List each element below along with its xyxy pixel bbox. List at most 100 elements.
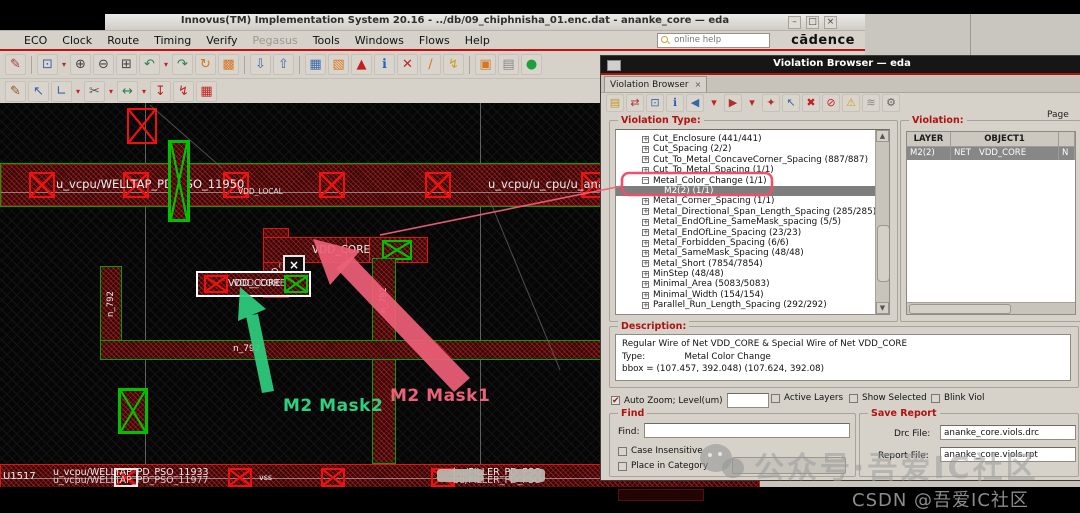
tree-row-selected-m2[interactable]: M2(2) (1/1) bbox=[616, 185, 889, 197]
checkbox-icon[interactable] bbox=[849, 393, 858, 403]
highlight-violation-icon[interactable]: ✦ bbox=[762, 94, 780, 112]
checkbox-icon[interactable] bbox=[618, 446, 627, 456]
checkbox-checked-icon[interactable]: ✔ bbox=[611, 396, 620, 406]
scrollbar-thumb[interactable] bbox=[909, 304, 1011, 314]
scroll-up-icon[interactable]: ▲ bbox=[876, 130, 889, 142]
violation-warning-icon[interactable]: ▲ bbox=[351, 54, 372, 75]
refresh-violations-icon[interactable]: ⇄ bbox=[626, 94, 644, 112]
tree-expander-icon[interactable]: + bbox=[642, 208, 649, 216]
checkbox-icon[interactable] bbox=[931, 393, 940, 403]
tab-violation-browser[interactable]: Violation Browser × bbox=[604, 76, 708, 92]
zoom-selection-icon[interactable]: ⊞ bbox=[116, 54, 137, 75]
dropdown-arrow-icon[interactable]: ▾ bbox=[744, 95, 760, 111]
waive-violation-icon[interactable]: ⚠ bbox=[842, 94, 860, 112]
tree-expander-icon[interactable]: + bbox=[642, 156, 649, 164]
design-browser-icon[interactable]: ▩ bbox=[218, 54, 239, 75]
zoom-level-input[interactable] bbox=[726, 393, 769, 408]
active-layers-option[interactable]: Active Layers bbox=[771, 393, 843, 403]
menu-flows[interactable]: Flows bbox=[419, 34, 450, 47]
go-icon[interactable]: ● bbox=[521, 54, 542, 75]
next-violation-icon[interactable]: ▶ bbox=[724, 94, 742, 112]
tree-expander-icon[interactable]: + bbox=[642, 249, 649, 257]
layout-view-icon[interactable]: ▦ bbox=[305, 54, 326, 75]
dropdown-arrow-icon[interactable]: ▾ bbox=[706, 95, 722, 111]
tree-expander-icon[interactable]: + bbox=[642, 291, 649, 299]
hierarchy-icon[interactable]: ▧ bbox=[328, 54, 349, 75]
select-violation-icon[interactable]: ↖ bbox=[782, 94, 800, 112]
tree-row-metal-color-change[interactable]: − Metal_Color_Change (1/1) bbox=[616, 176, 889, 186]
bus-route-icon[interactable]: ▦ bbox=[196, 80, 217, 102]
tree-expander-icon[interactable]: + bbox=[642, 260, 649, 268]
refresh-icon[interactable]: ↻ bbox=[195, 54, 216, 75]
minimize-button[interactable]: – bbox=[788, 16, 801, 29]
undo-icon[interactable]: ↶ bbox=[139, 54, 160, 75]
flightline-icon[interactable]: ↯ bbox=[443, 54, 464, 75]
new-window-icon[interactable]: ▣ bbox=[475, 54, 496, 75]
wire-edit-icon[interactable]: ✎ bbox=[5, 80, 26, 102]
tree-row[interactable]: + Minimal_Area (5083/5083) bbox=[616, 279, 889, 289]
tree-vertical-scrollbar[interactable]: ▲ ▼ bbox=[875, 130, 889, 314]
tree-expander-icon[interactable]: + bbox=[642, 135, 649, 143]
interactive-route-icon[interactable]: ↯ bbox=[173, 80, 194, 102]
tree-row[interactable]: + Cut_Enclosure (441/441) bbox=[616, 134, 889, 144]
filter-icon[interactable]: ≋ bbox=[862, 94, 880, 112]
menu-clock[interactable]: Clock bbox=[62, 34, 92, 47]
tree-expander-icon[interactable]: + bbox=[642, 166, 649, 174]
tree-item-label[interactable]: Cut_Spacing (2/2) bbox=[653, 144, 731, 154]
tree-item-label[interactable]: Metal_EndOfLine_SameMask_spacing (5/5) bbox=[653, 217, 841, 227]
tree-expander-icon[interactable]: + bbox=[642, 229, 649, 237]
tree-expander-icon[interactable]: + bbox=[642, 281, 649, 289]
auto-zoom-option[interactable]: ✔ Auto Zoom; Level(um) bbox=[611, 393, 769, 408]
ruler-icon[interactable]: ∕ bbox=[420, 54, 441, 75]
tree-row[interactable]: + Parallel_Run_Length_Spacing (292/292) bbox=[616, 300, 889, 310]
drc-file-input[interactable] bbox=[940, 425, 1076, 440]
report-icon[interactable]: ▤ bbox=[498, 54, 519, 75]
tree-item-label[interactable]: Cut_Enclosure (441/441) bbox=[653, 134, 762, 144]
deselect-all-icon[interactable]: ✕ bbox=[397, 54, 418, 75]
settings-icon[interactable]: ⚙ bbox=[882, 94, 900, 112]
description-box[interactable]: Regular Wire of Net VDD_CORE & Special W… bbox=[615, 334, 1071, 381]
menu-windows[interactable]: Windows bbox=[355, 34, 404, 47]
case-insensitive-option[interactable]: Case Insensitive bbox=[618, 446, 703, 456]
tree-expander-icon[interactable]: − bbox=[642, 177, 649, 185]
tree-item-label[interactable]: Metal_Corner_Spacing (1/1) bbox=[653, 196, 775, 206]
zoom-fit-icon[interactable]: ⊡ bbox=[37, 54, 58, 75]
object-info-icon[interactable]: ℹ bbox=[374, 54, 395, 75]
menu-timing[interactable]: Timing bbox=[154, 34, 191, 47]
vb-title-bar[interactable]: Violation Browser — eda bbox=[601, 56, 1080, 73]
dropdown-arrow-icon[interactable]: ▾ bbox=[140, 82, 148, 101]
report-file-input[interactable] bbox=[940, 447, 1076, 462]
delete-violation-icon[interactable]: ✖ bbox=[802, 94, 820, 112]
tree-item-label[interactable]: Minimal_Width (154/154) bbox=[653, 290, 764, 300]
tree-row[interactable]: + Metal_Short (7854/7854) bbox=[616, 259, 889, 269]
zoom-in-icon[interactable]: ⊕ bbox=[70, 54, 91, 75]
violation-table-row[interactable]: M2(2) NET VDD_CORE N bbox=[907, 147, 1075, 160]
load-violations-icon[interactable]: ▤ bbox=[606, 94, 624, 112]
maximize-button[interactable]: □ bbox=[806, 16, 819, 29]
cut-wire-icon[interactable]: ✂ bbox=[84, 80, 105, 102]
dropdown-arrow-icon[interactable]: ▾ bbox=[162, 55, 170, 74]
column-object2[interactable] bbox=[1059, 132, 1075, 146]
category-combobox[interactable] bbox=[732, 457, 846, 474]
dropdown-arrow-icon[interactable]: ▾ bbox=[60, 55, 68, 74]
tree-item-label[interactable]: Metal_Short (7854/7854) bbox=[653, 259, 763, 269]
tree-row[interactable]: + Metal_Forbidden_Spacing (6/6) bbox=[616, 238, 889, 248]
tree-row[interactable]: + Metal_SameMask_Spacing (48/48) bbox=[616, 248, 889, 258]
violation-info-icon[interactable]: ℹ bbox=[666, 94, 684, 112]
push-wire-icon[interactable]: ↧ bbox=[150, 80, 171, 102]
dropdown-arrow-icon[interactable]: ▾ bbox=[74, 82, 82, 101]
tree-item-label[interactable]: Cut_To_Metal_ConcaveCorner_Spacing (887/… bbox=[653, 155, 868, 165]
scrollbar-thumb[interactable] bbox=[877, 225, 889, 282]
tree-item-label[interactable]: Cut_To_Metal_Spacing (1/1) bbox=[653, 165, 774, 175]
menu-tools[interactable]: Tools bbox=[313, 34, 340, 47]
blink-viol-option[interactable]: Blink Viol bbox=[931, 393, 984, 403]
tree-row[interactable]: + Cut_To_Metal_Spacing (1/1) bbox=[616, 165, 889, 175]
restore-design-icon[interactable]: ⇩ bbox=[250, 54, 271, 75]
stretch-wire-icon[interactable]: ↔ bbox=[117, 80, 138, 102]
find-input[interactable] bbox=[644, 423, 850, 438]
tree-expander-icon[interactable]: + bbox=[642, 270, 649, 278]
tree-row[interactable]: + Metal_EndOfLine_Spacing (23/23) bbox=[616, 228, 889, 238]
menu-eco[interactable]: ECO bbox=[24, 34, 47, 47]
violation-type-tree[interactable]: + Cut_Enclosure (441/441) + Cut_Spacing (2… bbox=[615, 129, 890, 315]
menu-verify[interactable]: Verify bbox=[206, 34, 237, 47]
